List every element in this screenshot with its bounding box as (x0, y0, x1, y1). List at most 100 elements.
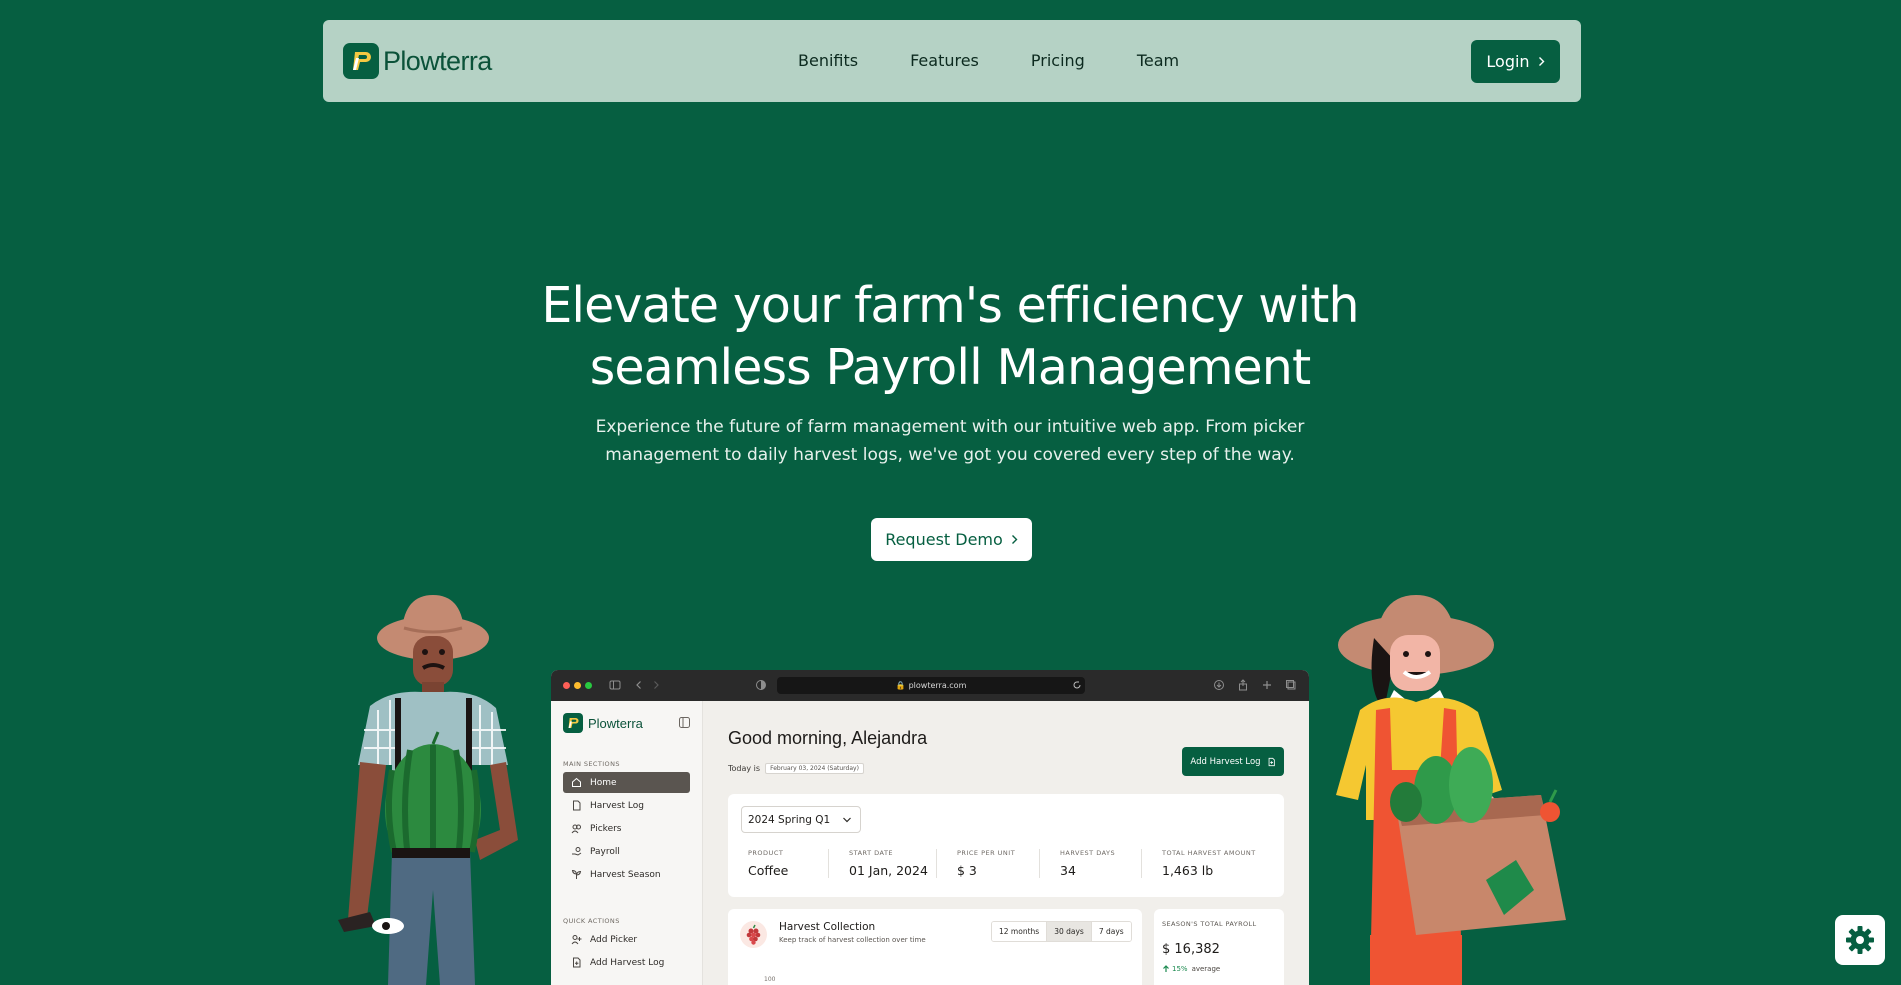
nav-link-pricing[interactable]: Pricing (1031, 51, 1085, 70)
farmer-with-vegetables-illustration (1336, 595, 1566, 985)
top-navbar: Plowterra Benifits Features Pricing Team… (323, 20, 1581, 102)
collapse-sidebar-icon[interactable] (679, 717, 690, 728)
stat-value: 1,463 lb (1162, 863, 1214, 878)
address-bar-url: plowterra.com (908, 681, 967, 690)
arrow-up-icon (1163, 965, 1169, 972)
sidebar-item-label: Pickers (590, 823, 622, 834)
sidebar-item-payroll[interactable]: Payroll (563, 841, 690, 862)
users-icon (571, 824, 581, 834)
season-stats: PRODUCT Coffee START DATE 01 Jan, 2024 P… (728, 849, 1284, 878)
forward-icon (654, 681, 659, 689)
farmer-with-watermelon-illustration (338, 595, 518, 985)
stat-value: 34 (1060, 863, 1076, 878)
stat-price-per-unit: PRICE PER UNIT $ 3 (936, 849, 1039, 878)
gear-icon (1846, 926, 1874, 954)
sidebar-item-home[interactable]: Home (563, 772, 690, 793)
stat-value: 01 Jan, 2024 (849, 863, 928, 878)
nav-link-features[interactable]: Features (910, 51, 979, 70)
harvest-collection-title: Harvest Collection (779, 921, 876, 933)
sidebar-item-label: Add Picker (590, 934, 638, 945)
tab-12-months[interactable]: 12 months (992, 922, 1047, 941)
plowterra-logo-icon (563, 713, 583, 733)
back-icon (636, 681, 641, 689)
add-user-icon (571, 935, 582, 945)
request-demo-button[interactable]: Request Demo (871, 518, 1032, 561)
main-sections-heading: MAIN SECTIONS (563, 760, 620, 768)
download-icon (1214, 680, 1224, 690)
stat-value: Coffee (748, 863, 789, 878)
lock-icon: 🔒 (895, 681, 906, 690)
hero-subtitle: Experience the future of farm management… (580, 413, 1320, 469)
harvest-collection-subtitle: Keep track of harvest collection over ti… (779, 936, 926, 944)
browser-toolbar: 🔒 plowterra.com (551, 670, 1309, 701)
hero-subtitle-line-2: management to daily harvest logs, we've … (605, 445, 1295, 465)
stat-label: HARVEST DAYS (1060, 849, 1116, 857)
sidebar-item-add-harvest-log[interactable]: Add Harvest Log (563, 952, 690, 973)
stat-label: START DATE (849, 849, 894, 857)
payroll-trend: 15% average (1162, 965, 1220, 973)
chevron-right-icon (1011, 535, 1018, 544)
hero-subtitle-line-1: Experience the future of farm management… (595, 417, 1305, 437)
hero-title-line-2: seamless Payroll Management (589, 339, 1311, 396)
stat-harvest-days: HARVEST DAYS 34 (1039, 849, 1141, 878)
season-summary-card: 2024 Spring Q1 PRODUCT Coffee START DATE… (728, 794, 1284, 897)
maximize-dot-icon (585, 682, 592, 689)
season-select[interactable]: 2024 Spring Q1 (741, 806, 861, 833)
login-button[interactable]: Login (1471, 40, 1560, 83)
reload-icon (1073, 681, 1081, 689)
settings-button[interactable] (1835, 915, 1885, 965)
today-row: Today is February 03, 2024 (Saturday) (728, 763, 864, 774)
close-dot-icon (563, 682, 570, 689)
login-button-label: Login (1486, 52, 1530, 71)
nav-link-team[interactable]: Team (1137, 51, 1179, 70)
app-mockup-window: 🔒 plowterra.com Plowterra MAIN SECTIONS … (551, 670, 1309, 985)
sidebar-item-label: Harvest Log (590, 800, 644, 811)
stat-label: PRODUCT (748, 849, 784, 857)
app-brand[interactable]: Plowterra (563, 713, 643, 733)
stat-label: PRICE PER UNIT (957, 849, 1016, 857)
minimize-dot-icon (574, 682, 581, 689)
nav-link-benefits[interactable]: Benifits (798, 51, 858, 70)
chevron-right-icon (1538, 57, 1545, 66)
tab-7-days[interactable]: 7 days (1090, 922, 1131, 941)
sidebar-item-harvest-log[interactable]: Harvest Log (563, 795, 690, 816)
stat-start-date: START DATE 01 Jan, 2024 (828, 849, 936, 878)
payroll-hand-icon (572, 847, 582, 856)
brand-logo[interactable]: Plowterra (343, 43, 492, 79)
season-payroll-card: SEASON'S TOTAL PAYROLL $ 16,382 15% aver… (1154, 909, 1284, 985)
sidebar-item-pickers[interactable]: Pickers (563, 818, 690, 839)
sidebar-item-label: Harvest Season (590, 869, 661, 880)
plowterra-logo-icon (343, 43, 379, 79)
address-bar[interactable]: 🔒 plowterra.com (777, 677, 1085, 694)
privacy-shield-icon (756, 680, 766, 690)
app-main-content: Good morning, Alejandra Today is Februar… (703, 701, 1309, 985)
add-document-icon (1268, 757, 1275, 766)
sidebar-item-label: Add Harvest Log (590, 957, 665, 968)
add-harvest-log-button[interactable]: Add Harvest Log (1182, 747, 1284, 776)
tab-30-days[interactable]: 30 days (1046, 922, 1091, 941)
share-icon (1239, 679, 1247, 691)
payroll-value: $ 16,382 (1162, 942, 1220, 957)
chevron-down-icon (843, 817, 851, 823)
hero-title: Elevate your farm's efficiency with seam… (450, 275, 1450, 399)
quick-actions-heading: QUICK ACTIONS (563, 917, 620, 925)
greeting-title: Good morning, Alejandra (728, 728, 928, 748)
home-icon (572, 777, 581, 787)
sidebar-item-harvest-season[interactable]: Harvest Season (563, 864, 690, 885)
grapes-icon (740, 921, 767, 948)
payroll-trend-label: average (1191, 965, 1221, 973)
harvest-collection-card: Harvest Collection Keep track of harvest… (728, 909, 1142, 985)
stat-label: TOTAL HARVEST AMOUNT (1162, 849, 1256, 857)
app-brand-name: Plowterra (588, 715, 643, 731)
sprout-icon (571, 869, 582, 879)
sidebar-item-label: Payroll (590, 846, 620, 857)
add-harvest-log-label: Add Harvest Log (1190, 756, 1261, 767)
chart-axis-label: 100 (764, 976, 776, 983)
app-sidebar: Plowterra MAIN SECTIONS Home Harvest Log… (551, 701, 703, 985)
hero-title-line-1: Elevate your farm's efficiency with (541, 277, 1359, 334)
today-label: Today is (728, 764, 761, 773)
stat-value: $ 3 (957, 863, 977, 878)
brand-name: Plowterra (383, 45, 492, 76)
tabs-overview-icon (1286, 680, 1296, 690)
sidebar-item-add-picker[interactable]: Add Picker (563, 929, 690, 950)
